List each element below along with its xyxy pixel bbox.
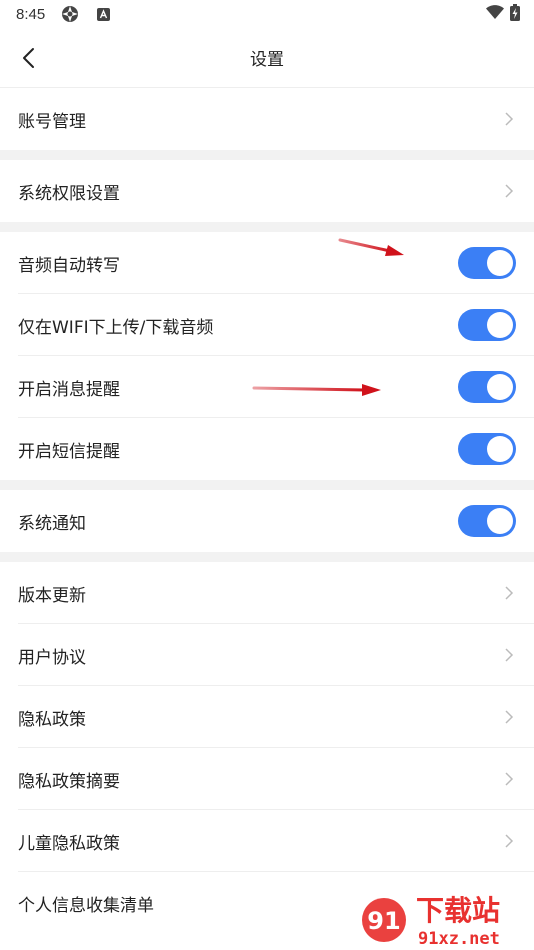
row-label: 个人信息收集清单 [18,895,154,916]
row-label: 隐私政策 [18,709,86,730]
battery-charging-icon [510,3,520,25]
row-label: 开启短信提醒 [18,441,120,462]
toggle-audio-auto-transcribe[interactable] [458,247,516,279]
row-system-notification: 系统通知 [0,490,534,552]
chevron-right-icon [502,772,516,786]
section-divider [0,552,534,562]
chevron-right-icon [502,710,516,724]
group-account: 账号管理 [0,88,534,150]
row-wifi-only-transfer: 仅在WIFI下上传/下载音频 [0,294,534,356]
row-audio-auto-transcribe: 音频自动转写 [0,232,534,294]
row-label: 开启消息提醒 [18,379,120,400]
row-label: 版本更新 [18,585,86,606]
a-badge-icon [97,7,111,21]
group-permissions: 系统权限设置 [0,160,534,222]
row-children-privacy[interactable]: 儿童隐私政策 [0,810,534,872]
row-user-agreement[interactable]: 用户协议 [0,624,534,686]
watermark-url: 91xz.net [418,929,500,949]
group-audio: 音频自动转写 仅在WIFI下上传/下载音频 开启消息提醒 开启短信提醒 [0,232,534,480]
row-privacy-summary[interactable]: 隐私政策摘要 [0,748,534,810]
nav-bar: 设置 [0,28,534,88]
toggle-knob [487,374,513,400]
group-about: 版本更新 用户协议 隐私政策 隐私政策摘要 儿童隐私政策 个人信息收集清单 [0,562,534,934]
row-label: 儿童隐私政策 [18,833,120,854]
row-account-management[interactable]: 账号管理 [0,88,534,150]
row-label: 系统权限设置 [18,183,120,204]
wifi-icon [486,5,504,23]
watermark-title: 下载站 [416,894,500,927]
chevron-right-icon [502,648,516,662]
section-divider [0,222,534,232]
toggle-knob [487,312,513,338]
chevron-left-icon[interactable] [18,46,42,70]
row-label: 仅在WIFI下上传/下载音频 [18,317,214,338]
toggle-knob [487,508,513,534]
aperture-icon [61,5,79,23]
watermark-brand-mark: 91 [367,907,400,935]
chevron-right-icon [502,586,516,600]
status-right [486,3,520,25]
page-title: 设置 [250,50,284,70]
group-notify: 系统通知 [0,490,534,552]
row-system-permissions[interactable]: 系统权限设置 [0,160,534,222]
toggle-system-notification[interactable] [458,505,516,537]
section-divider [0,150,534,160]
toggle-sms-reminder[interactable] [458,433,516,465]
toggle-knob [487,250,513,276]
row-label: 隐私政策摘要 [18,771,120,792]
toggle-message-reminder[interactable] [458,371,516,403]
chevron-right-icon [502,184,516,198]
chevron-right-icon [502,834,516,848]
chevron-right-icon [502,112,516,126]
section-divider [0,480,534,490]
row-label: 用户协议 [18,647,86,668]
row-version-update[interactable]: 版本更新 [0,562,534,624]
row-message-reminder: 开启消息提醒 [0,356,534,418]
toggle-wifi-only-transfer[interactable] [458,309,516,341]
row-label: 系统通知 [18,513,86,534]
status-time: 8:45 [16,5,46,23]
row-label: 音频自动转写 [18,255,120,276]
status-bar: 8:45 [0,0,534,28]
row-sms-reminder: 开启短信提醒 [0,418,534,480]
watermark: 91 下载站 91xz.net [354,886,534,950]
row-label: 账号管理 [18,111,86,132]
row-privacy-policy[interactable]: 隐私政策 [0,686,534,748]
watermark-logo-icon: 91 下载站 91xz.net [362,894,500,949]
toggle-knob [487,436,513,462]
